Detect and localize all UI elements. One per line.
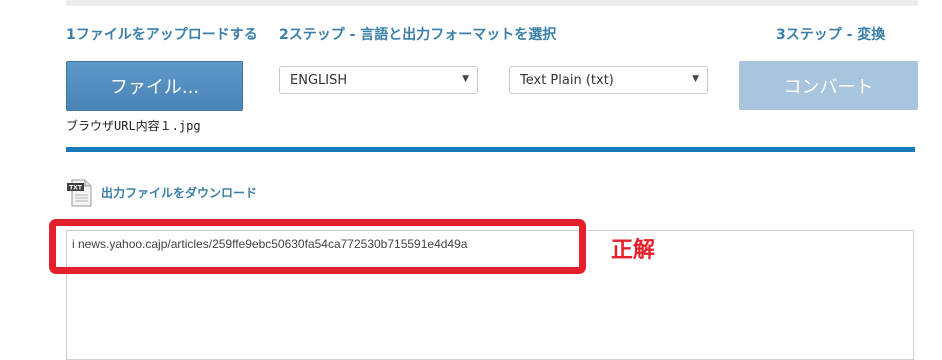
language-select-value: ENGLISH — [290, 72, 348, 88]
language-select[interactable]: ENGLISH ▼ — [279, 66, 478, 94]
convert-button[interactable]: コンバート — [739, 61, 918, 110]
convert-button-label: コンバート — [783, 76, 874, 98]
chevron-down-icon: ▼ — [692, 74, 699, 84]
choose-file-button[interactable]: ファイル... — [66, 61, 243, 111]
txt-icon-label: TXT — [69, 185, 83, 192]
txt-file-icon[interactable]: TXT — [66, 178, 94, 208]
format-select-value: Text Plain (txt) — [520, 72, 614, 88]
progress-bar — [66, 147, 915, 152]
chevron-down-icon: ▼ — [462, 74, 469, 84]
download-output-link[interactable]: 出力ファイルをダウンロード — [101, 184, 257, 201]
step-2-label: 2ステップ - 言語と出力フォーマットを選択 — [279, 27, 557, 43]
step-1-label: 1ファイルをアップロードする — [66, 27, 258, 43]
format-select[interactable]: Text Plain (txt) ▼ — [509, 66, 708, 94]
choose-file-label: ファイル... — [109, 77, 200, 98]
top-divider — [66, 0, 918, 6]
step-3-label: 3ステップ - 変換 — [776, 27, 886, 43]
uploaded-filename: ブラウザURL内容１.jpg — [66, 119, 201, 133]
output-text: i news.yahoo.cajp/articles/259ffe9ebc506… — [72, 237, 468, 251]
progress-bar-fill — [66, 147, 915, 152]
correct-annotation: 正解 — [611, 238, 656, 263]
